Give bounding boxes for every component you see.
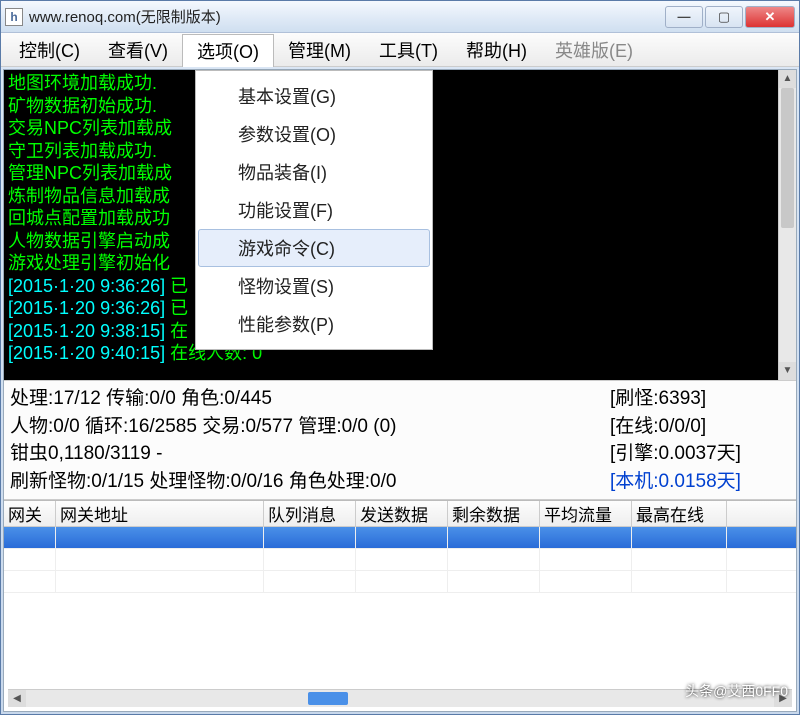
minimize-button[interactable]	[665, 6, 703, 28]
menubar: 控制(C) 查看(V) 选项(O) 管理(M) 工具(T) 帮助(H) 英雄版(…	[1, 33, 799, 67]
menu-tools[interactable]: 工具(T)	[365, 33, 452, 66]
col-send[interactable]: 发送数据	[356, 501, 448, 526]
table-row[interactable]	[4, 527, 796, 549]
hscroll-thumb[interactable]	[308, 692, 348, 705]
dropdown-item-equip[interactable]: 物品装备(I)	[198, 153, 430, 191]
col-avg[interactable]: 平均流量	[540, 501, 632, 526]
menu-view[interactable]: 查看(V)	[94, 33, 182, 66]
titlebar: h www.renoq.com(无限制版本)	[1, 1, 799, 33]
stats-left: 钳虫0,1180/3119 -	[10, 440, 610, 468]
window-title: www.renoq.com(无限制版本)	[29, 6, 663, 27]
table-row[interactable]	[4, 571, 796, 593]
stats-right: [引擎:0.0037天]	[610, 440, 790, 468]
table-row[interactable]	[4, 549, 796, 571]
scroll-left-icon[interactable]: ◀	[8, 690, 26, 707]
stats-left: 处理:17/12 传输:0/0 角色:0/445	[10, 385, 610, 413]
gateway-table: 网关 网关地址 队列消息 发送数据 剩余数据 平均流量 最高在线	[4, 500, 796, 689]
console-scrollbar[interactable]: ▲ ▼	[778, 70, 796, 380]
client-area: 基本设置(G) 参数设置(O) 物品装备(I) 功能设置(F) 游戏命令(C) …	[3, 69, 797, 712]
stats-row: 钳虫0,1180/3119 - [引擎:0.0037天]	[10, 440, 790, 468]
options-dropdown: 基本设置(G) 参数设置(O) 物品装备(I) 功能设置(F) 游戏命令(C) …	[195, 70, 433, 350]
close-button[interactable]	[745, 6, 795, 28]
col-queue[interactable]: 队列消息	[264, 501, 356, 526]
menu-help[interactable]: 帮助(H)	[452, 33, 541, 66]
stats-right: [本机:0.0158天]	[610, 468, 790, 496]
horizontal-scrollbar[interactable]: ◀ ▶	[8, 689, 792, 707]
stats-left: 人物:0/0 循环:16/2585 交易:0/577 管理:0/0 (0)	[10, 413, 610, 441]
stats-row: 人物:0/0 循环:16/2585 交易:0/577 管理:0/0 (0) [在…	[10, 413, 790, 441]
stats-row: 处理:17/12 传输:0/0 角色:0/445 [刷怪:6393]	[10, 385, 790, 413]
stats-panel: 处理:17/12 传输:0/0 角色:0/445 [刷怪:6393] 人物:0/…	[4, 380, 796, 500]
scroll-up-icon[interactable]: ▲	[779, 70, 796, 88]
watermark: 头条@艾西0FF0	[685, 681, 788, 701]
dropdown-function-settings[interactable]: 功能设置(F)	[198, 191, 430, 229]
dropdown-basic-settings[interactable]: 基本设置(G)	[198, 77, 430, 115]
table-body	[4, 527, 796, 689]
stats-row: 刷新怪物:0/1/15 处理怪物:0/0/16 角色处理:0/0 [本机:0.0…	[10, 468, 790, 496]
col-address[interactable]: 网关地址	[56, 501, 264, 526]
maximize-button[interactable]	[705, 6, 743, 28]
menu-options[interactable]: 选项(O)	[182, 34, 274, 67]
menu-control[interactable]: 控制(C)	[5, 33, 94, 66]
scroll-thumb[interactable]	[781, 88, 794, 228]
dropdown-monster-settings[interactable]: 怪物设置(S)	[198, 267, 430, 305]
stats-right: [在线:0/0/0]	[610, 413, 790, 441]
dropdown-game-command[interactable]: 游戏命令(C)	[198, 229, 430, 267]
table-header: 网关 网关地址 队列消息 发送数据 剩余数据 平均流量 最高在线	[4, 501, 796, 527]
scroll-down-icon[interactable]: ▼	[779, 362, 796, 380]
col-max[interactable]: 最高在线	[632, 501, 727, 526]
app-window: h www.renoq.com(无限制版本) 控制(C) 查看(V) 选项(O)…	[0, 0, 800, 715]
window-controls	[663, 6, 795, 28]
menu-manage[interactable]: 管理(M)	[274, 33, 365, 66]
dropdown-performance[interactable]: 性能参数(P)	[198, 305, 430, 343]
stats-right: [刷怪:6393]	[610, 385, 790, 413]
dropdown-param-settings[interactable]: 参数设置(O)	[198, 115, 430, 153]
stats-left: 刷新怪物:0/1/15 处理怪物:0/0/16 角色处理:0/0	[10, 468, 610, 496]
col-gateway[interactable]: 网关	[4, 501, 56, 526]
col-remain[interactable]: 剩余数据	[448, 501, 540, 526]
menu-hero[interactable]: 英雄版(E)	[541, 33, 647, 66]
app-icon: h	[5, 8, 23, 26]
